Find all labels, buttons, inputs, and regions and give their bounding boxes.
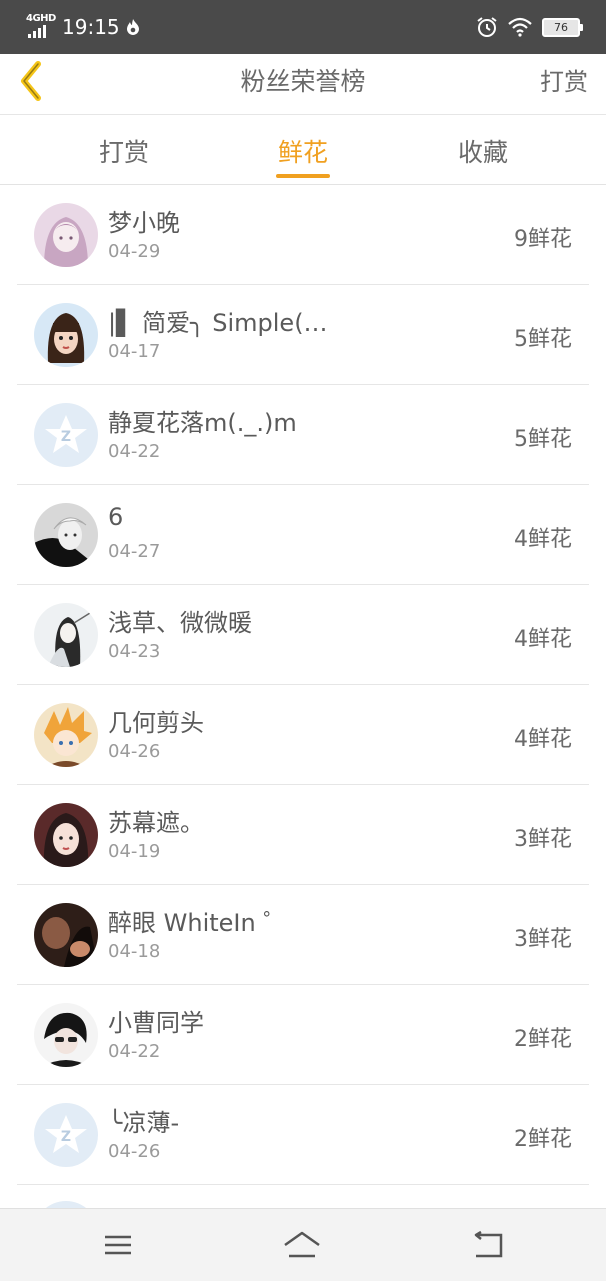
fan-date: 04-26	[108, 1141, 161, 1162]
avatar	[34, 903, 98, 967]
list-item[interactable]: 6 04-27 4鲜花	[17, 485, 589, 585]
clock: 19:15	[62, 15, 120, 39]
network-type: 4GHD	[26, 13, 56, 24]
flower-count: 5鲜花	[514, 327, 572, 352]
flower-count: 3鲜花	[514, 827, 572, 852]
signal-icon: 4GHD	[26, 13, 56, 40]
avatar	[34, 503, 98, 567]
flower-count: 2鲜花	[514, 1127, 572, 1152]
avatar	[34, 303, 98, 367]
avatar	[34, 603, 98, 667]
list-item[interactable]: 苏幕遮。 04-19 3鲜花	[17, 785, 589, 885]
avatar	[34, 803, 98, 867]
fan-name: |▌ 简爱╮ Simple(…	[108, 309, 328, 337]
flower-count: 4鲜花	[514, 727, 572, 752]
fan-name: 6	[108, 503, 124, 531]
fan-date: 04-27	[108, 541, 161, 562]
list-item[interactable]: Z ╰凉薄- 04-26 2鲜花	[17, 1085, 589, 1185]
flower-count: 9鲜花	[514, 227, 572, 252]
flame-icon	[126, 19, 139, 35]
flower-count: 4鲜花	[514, 627, 572, 652]
tab-reward[interactable]: 打赏	[99, 133, 149, 169]
fan-list: 梦小晚 04-29 9鲜花 |▌ 简爱╮ Simple(… 04-17 5鲜花 …	[0, 185, 606, 1265]
fan-date: 04-26	[108, 741, 161, 762]
fan-date: 04-22	[108, 1041, 161, 1062]
fan-name: 梦小晚	[108, 209, 180, 237]
status-bar: 4GHD 19:15 76	[0, 0, 606, 54]
battery-icon: 76	[542, 17, 583, 37]
fan-name: 静夏花落m(._.)m	[108, 409, 297, 437]
avatar	[34, 1003, 98, 1067]
reward-button[interactable]: 打赏	[540, 62, 588, 97]
avatar	[34, 203, 98, 267]
flower-count: 4鲜花	[514, 527, 572, 552]
flower-count: 2鲜花	[514, 1027, 572, 1052]
system-nav-bar	[0, 1208, 606, 1281]
fan-date: 04-22	[108, 441, 161, 462]
list-item[interactable]: 梦小晚 04-29 9鲜花	[17, 185, 589, 285]
fan-name: 浅草、微微暖	[108, 609, 252, 637]
fan-name: 几何剪头	[108, 709, 204, 737]
tab-favorites[interactable]: 收藏	[458, 133, 508, 169]
tab-bar: 打赏 鲜花 收藏	[0, 115, 606, 185]
fan-date: 04-17	[108, 341, 161, 362]
tab-indicator	[276, 174, 330, 178]
wifi-icon	[508, 17, 532, 37]
menu-icon[interactable]	[98, 1229, 138, 1261]
avatar: Z	[34, 1103, 98, 1167]
fan-date: 04-19	[108, 841, 161, 862]
svg-text:Z: Z	[61, 1129, 71, 1145]
list-item[interactable]: 浅草、微微暖 04-23 4鲜花	[17, 585, 589, 685]
svg-text:Z: Z	[61, 429, 71, 445]
battery-level: 76	[554, 20, 568, 34]
list-item[interactable]: 几何剪头 04-26 4鲜花	[17, 685, 589, 785]
avatar	[34, 703, 98, 767]
page-title: 粉丝荣誉榜	[240, 67, 366, 96]
tab-flowers[interactable]: 鲜花	[278, 133, 328, 169]
fan-date: 04-18	[108, 941, 161, 962]
list-item[interactable]: 醉眼 WhiteIn ゜ 04-18 3鲜花	[17, 885, 589, 985]
alarm-icon	[477, 17, 497, 37]
home-icon[interactable]	[282, 1229, 322, 1261]
list-item[interactable]: 小曹同学 04-22 2鲜花	[17, 985, 589, 1085]
fan-name: 苏幕遮。	[108, 809, 204, 837]
list-item[interactable]: Z 静夏花落m(._.)m 04-22 5鲜花	[17, 385, 589, 485]
fan-date: 04-29	[108, 241, 161, 262]
header: 粉丝荣誉榜 打赏	[0, 54, 606, 115]
list-item[interactable]: |▌ 简爱╮ Simple(… 04-17 5鲜花	[17, 285, 589, 385]
flower-count: 3鲜花	[514, 927, 572, 952]
fan-date: 04-23	[108, 641, 161, 662]
avatar: Z	[34, 403, 98, 467]
flower-count: 5鲜花	[514, 427, 572, 452]
fan-name: ╰凉薄-	[108, 1109, 180, 1137]
back-nav-icon[interactable]	[468, 1229, 508, 1261]
fan-name: 醉眼 WhiteIn ゜	[108, 909, 288, 937]
fan-name: 小曹同学	[108, 1009, 204, 1037]
